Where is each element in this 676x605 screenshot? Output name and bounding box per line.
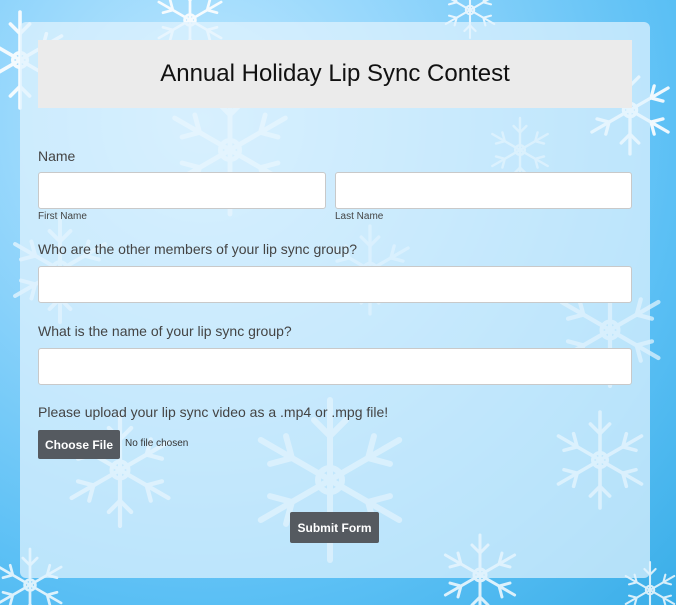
group-name-label: What is the name of your lip sync group? [38,323,292,339]
file-status-text: No file chosen [125,438,189,449]
form-card: Annual Holiday Lip Sync Contest Name Fir… [20,22,650,578]
last-name-input[interactable] [335,172,632,209]
last-name-sublabel: Last Name [335,211,384,222]
choose-file-button[interactable]: Choose File [38,430,120,459]
members-input[interactable] [38,266,632,303]
group-name-input[interactable] [38,348,632,385]
name-label: Name [38,148,76,164]
first-name-input[interactable] [38,172,326,209]
members-label: Who are the other members of your lip sy… [38,241,358,257]
upload-label: Please upload your lip sync video as a .… [38,404,389,420]
form-header: Annual Holiday Lip Sync Contest [38,40,632,108]
first-name-sublabel: First Name [38,211,87,222]
form-title: Annual Holiday Lip Sync Contest [160,60,510,87]
submit-button[interactable]: Submit Form [290,512,379,543]
